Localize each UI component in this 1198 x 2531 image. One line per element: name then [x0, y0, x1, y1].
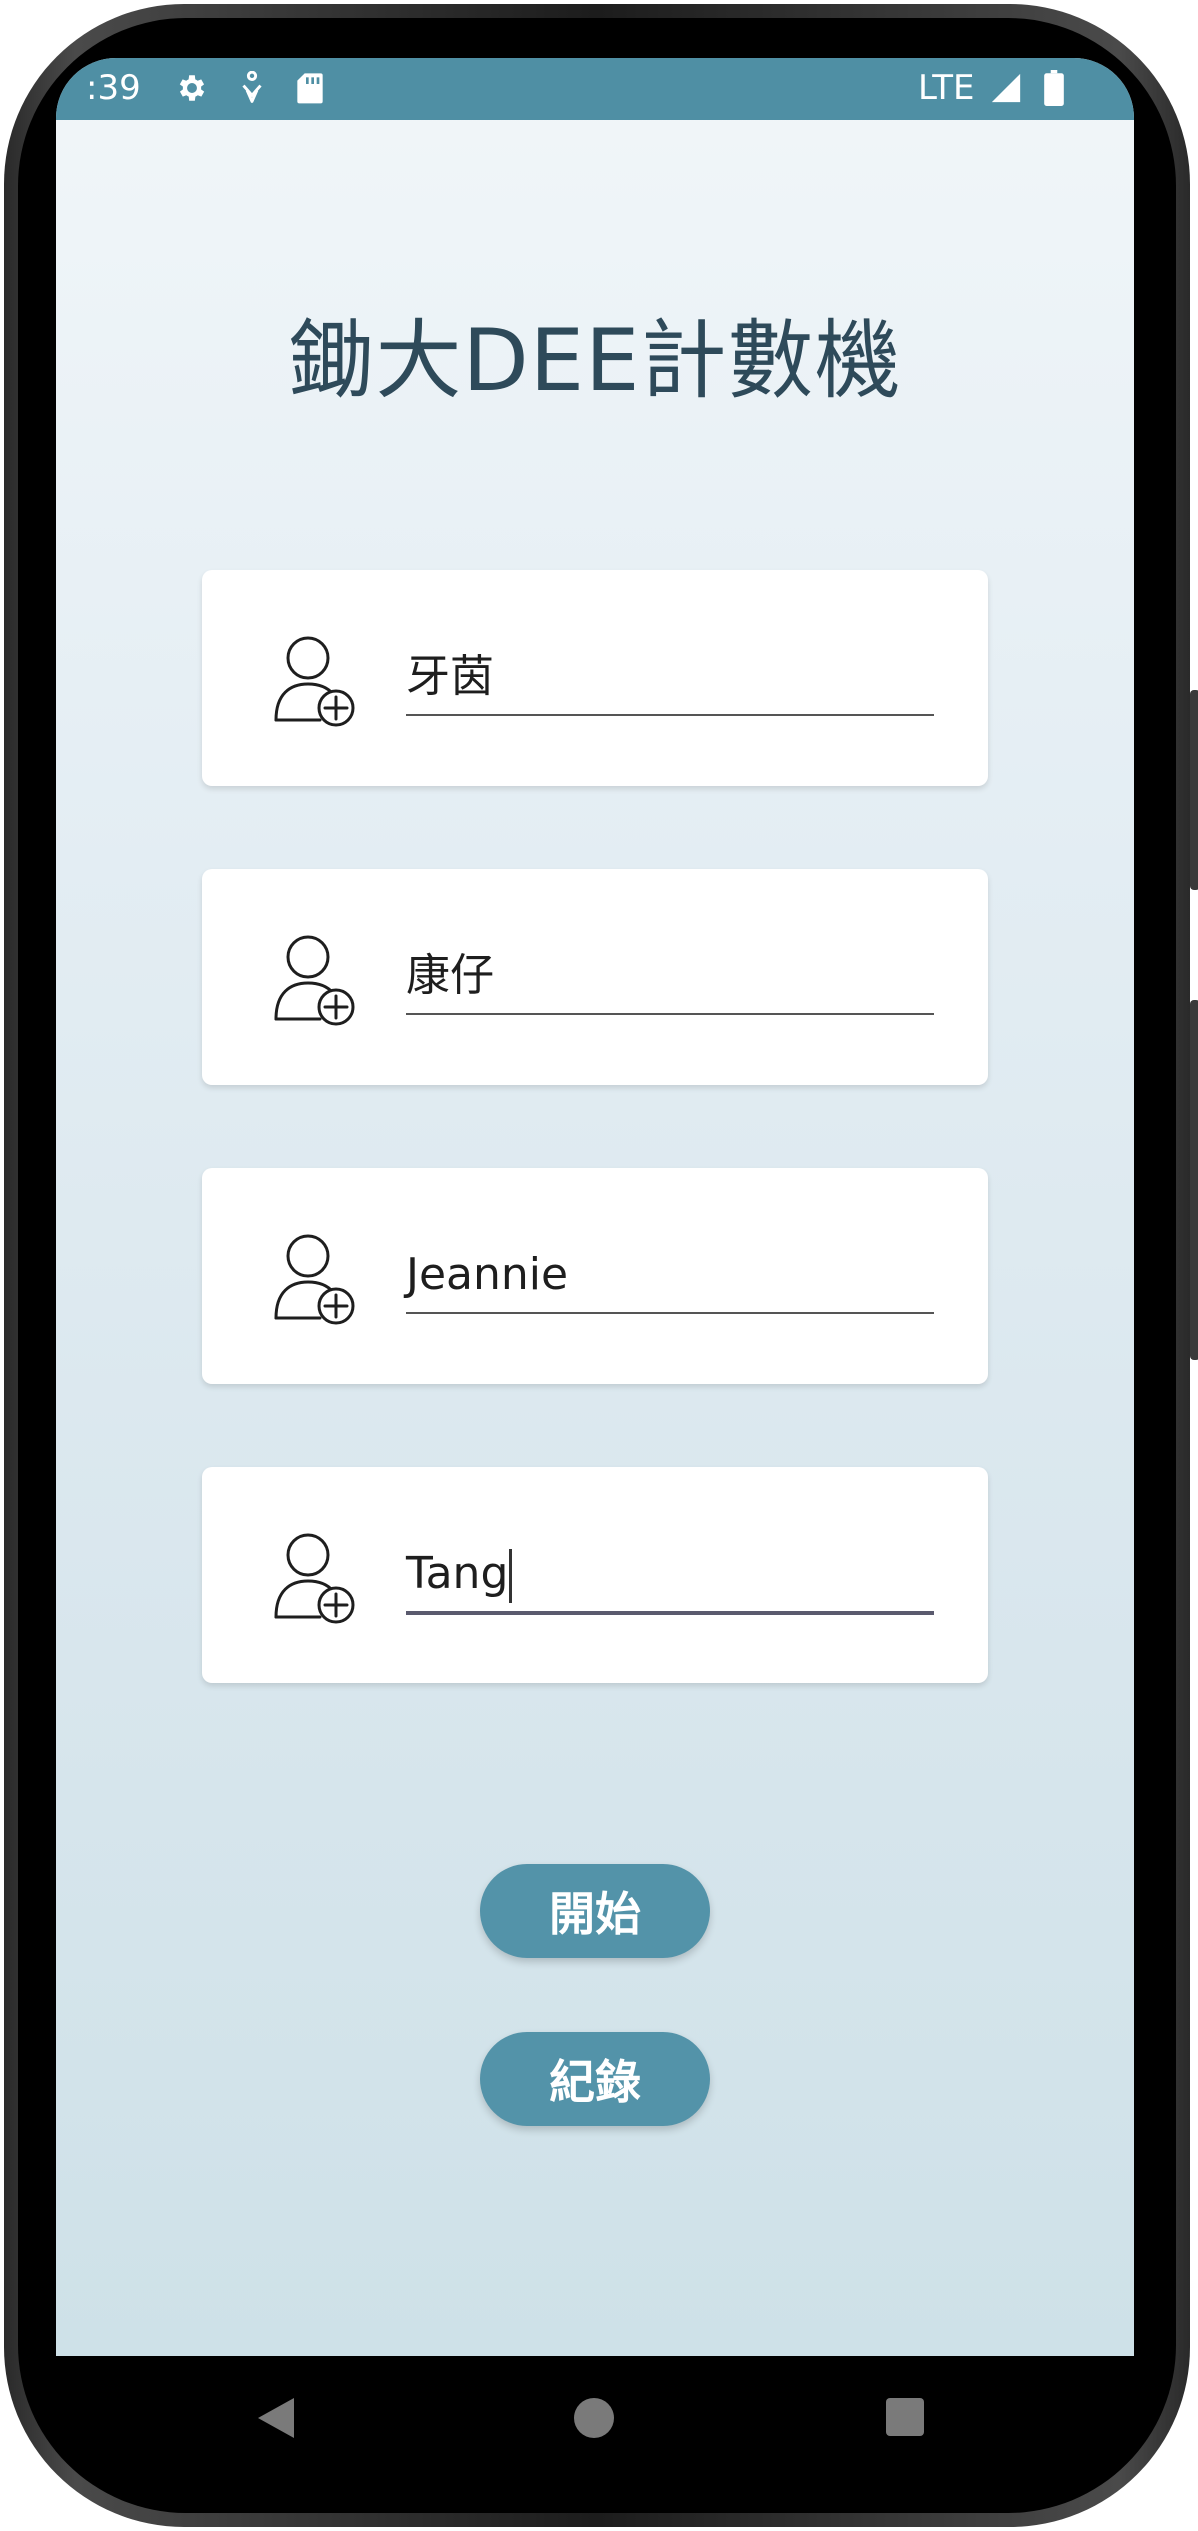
start-button[interactable]: 開始 [480, 1864, 710, 1958]
volume-button [1190, 690, 1198, 890]
add-person-icon[interactable] [272, 1531, 358, 1627]
player-name-input[interactable]: Jeannie [406, 1238, 934, 1314]
records-button[interactable]: 紀錄 [480, 2032, 710, 2126]
sd-card-icon [292, 70, 328, 106]
player-name-input[interactable]: 康仔 [406, 939, 934, 1015]
player-card: Jeannie [202, 1168, 988, 1384]
app-title: 鋤大DEE計數機 [288, 311, 902, 411]
status-bar: :39 LTE [56, 58, 1134, 120]
app-screen: :39 LTE 鋤大DEE計數機 牙茵 康仔 Jeannie Tang 開始 紀… [56, 58, 1134, 2356]
text-cursor [509, 1549, 513, 1603]
accessibility-icon [234, 70, 270, 106]
power-button [1190, 1000, 1198, 1360]
recents-icon[interactable] [886, 2398, 924, 2436]
add-person-icon[interactable] [272, 634, 358, 730]
status-time: :39 [86, 68, 141, 108]
player-name-input-focused[interactable]: Tang [406, 1537, 934, 1615]
add-person-icon[interactable] [272, 933, 358, 1029]
settings-icon [174, 70, 210, 106]
player-card: 康仔 [202, 869, 988, 1085]
home-icon[interactable] [574, 2398, 614, 2438]
back-icon[interactable] [258, 2398, 294, 2438]
player-card: 牙茵 [202, 570, 988, 786]
player-name-text: Tang [406, 1548, 509, 1599]
add-person-icon[interactable] [272, 1232, 358, 1328]
battery-icon [1040, 70, 1068, 106]
player-card: Tang [202, 1467, 988, 1683]
network-type: LTE [918, 68, 975, 108]
player-name-input[interactable]: 牙茵 [406, 640, 934, 716]
signal-icon [986, 70, 1026, 106]
